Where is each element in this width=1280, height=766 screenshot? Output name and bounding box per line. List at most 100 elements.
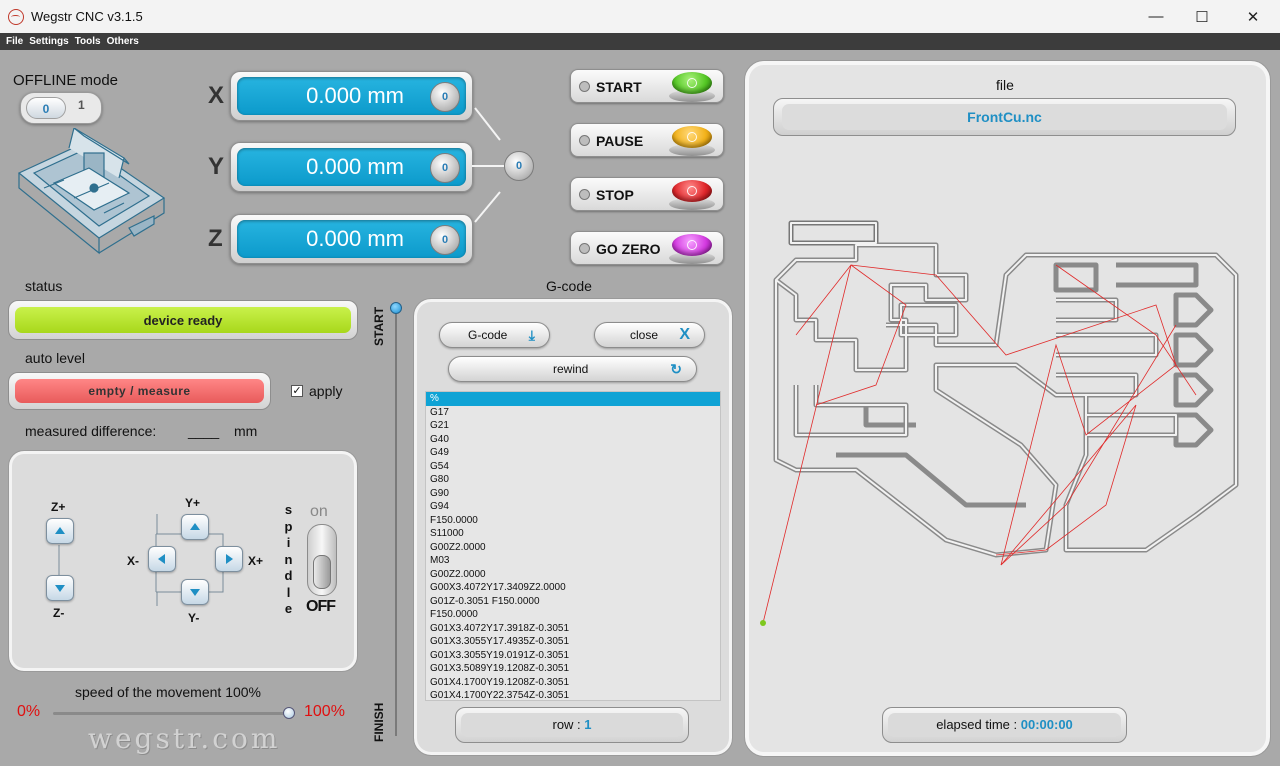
start-mushroom-icon [669, 72, 715, 102]
stop-led [579, 189, 590, 200]
auto-level-control: empty / measure [8, 372, 271, 410]
spindle-label: spindle [284, 502, 294, 616]
x-plus-label: X+ [248, 554, 264, 568]
progress-knob[interactable] [390, 302, 402, 314]
speed-slider-track[interactable] [53, 712, 289, 715]
zero-z-button[interactable]: 0 [430, 225, 460, 255]
arrow-down-icon [190, 589, 200, 596]
rewind-label: rewind [553, 362, 589, 376]
gcode-list[interactable]: % G17 G21 G40 G49 G54 G80 G90 G94 F150.0000 S11000… [425, 391, 721, 701]
zero-y-button[interactable]: 0 [430, 153, 460, 183]
jog-y-plus-button[interactable] [181, 514, 209, 540]
gcode-line[interactable]: G01X3.3055Y19.0191Z-0.3051 [426, 649, 720, 663]
gcode-line[interactable]: % [426, 392, 720, 406]
menu-settings[interactable]: Settings [29, 36, 68, 47]
gcode-line[interactable]: G54 [426, 460, 720, 474]
gcode-line[interactable]: F150.0000 [426, 608, 720, 622]
gcode-line[interactable]: G01Z-0.3051 F150.0000 [426, 595, 720, 609]
menu-tools[interactable]: Tools [75, 36, 101, 47]
zero-x-button[interactable]: 0 [430, 82, 460, 112]
close-x-icon: X [679, 326, 690, 343]
jog-y-minus-button[interactable] [181, 579, 209, 605]
gcode-title: G-code [546, 278, 592, 294]
gcode-line[interactable]: G94 [426, 500, 720, 514]
axis-z-label: Z [208, 225, 223, 252]
gcode-line[interactable]: G17 [426, 406, 720, 420]
maximize-button[interactable]: ☐ [1179, 0, 1225, 33]
axis-z-value: 0.000 mm [306, 226, 404, 251]
status-label: status [25, 278, 63, 294]
elapsed-time-label: elapsed time : [936, 717, 1021, 732]
spindle-switch[interactable] [307, 524, 337, 596]
gcode-line[interactable]: G01X4.1700Y22.3754Z-0.3051 [426, 689, 720, 700]
start-label: START [596, 79, 642, 95]
gcode-line[interactable]: S11000 [426, 527, 720, 541]
gcode-line[interactable]: G01X3.4072Y17.3918Z-0.3051 [426, 622, 720, 636]
measured-difference-label: measured difference: [25, 423, 157, 439]
toolpath-preview [760, 220, 1239, 626]
progress-track[interactable] [395, 306, 397, 736]
elapsed-time-value: 00:00:00 [1020, 717, 1073, 732]
jog-x-plus-button[interactable] [215, 546, 243, 572]
rewind-button[interactable]: rewind ↻ [448, 356, 697, 382]
apply-checkbox[interactable]: ✓ [291, 385, 303, 397]
gcode-line[interactable]: G01X4.1700Y19.1208Z-0.3051 [426, 676, 720, 690]
gcode-line[interactable]: G90 [426, 487, 720, 501]
elapsed-time-display: elapsed time : 00:00:00 [882, 707, 1127, 743]
gcode-line[interactable]: G00X3.4072Y17.3409Z2.0000 [426, 581, 720, 595]
menu-others[interactable]: Others [107, 36, 139, 47]
stop-button[interactable]: STOP [570, 177, 724, 211]
gcode-line[interactable]: G01X3.3055Y17.4935Z-0.3051 [426, 635, 720, 649]
offline-mode-toggle[interactable]: 0 1 [20, 92, 102, 124]
minimize-button[interactable]: — [1133, 0, 1179, 33]
speed-min-label: 0% [17, 703, 41, 720]
status-display: device ready [8, 300, 358, 340]
y-minus-label: Y- [188, 611, 200, 625]
menu-file[interactable]: File [6, 36, 23, 47]
close-gcode-button[interactable]: close X [594, 322, 705, 348]
z-plus-label: Z+ [51, 500, 66, 514]
axis-x-display: 0.000 mm 0 [230, 71, 473, 121]
spindle-on-label: on [310, 503, 328, 520]
axis-x-value: 0.000 mm [306, 83, 404, 108]
axis-y-display: 0.000 mm 0 [230, 142, 473, 192]
close-gcode-label: close [630, 328, 659, 342]
gcode-line[interactable]: G49 [426, 446, 720, 460]
jog-z-minus-button[interactable] [46, 575, 74, 601]
gcode-line[interactable]: G01X3.5089Y19.1208Z-0.3051 [426, 662, 720, 676]
title-bar: Wegstr CNC v3.1.5 — ☐ ✕ [0, 0, 1280, 33]
row-display: row : 1 [455, 707, 689, 743]
gcode-line[interactable]: G21 [426, 419, 720, 433]
row-label: row : [552, 717, 585, 732]
axis-y-value: 0.000 mm [306, 154, 404, 179]
gcode-line[interactable]: F150.0000 [426, 514, 720, 528]
y-plus-label: Y+ [185, 496, 201, 510]
gcode-line[interactable]: G00Z2.0000 [426, 541, 720, 555]
gcode-line[interactable]: G40 [426, 433, 720, 447]
gcode-line[interactable]: M03 [426, 554, 720, 568]
row-value: 1 [584, 717, 592, 732]
close-window-button[interactable]: ✕ [1230, 0, 1276, 33]
load-gcode-label: G-code [468, 328, 508, 342]
arrow-right-icon [226, 554, 233, 564]
file-name-display: FrontCu.nc [773, 98, 1236, 136]
arrow-left-icon [158, 554, 165, 564]
empty-measure-button[interactable]: empty / measure [15, 379, 264, 403]
speed-slider-knob[interactable] [283, 707, 295, 719]
gcode-line[interactable]: G80 [426, 473, 720, 487]
offline-toggle-on-label: 1 [78, 98, 85, 112]
load-gcode-button[interactable]: G-code ⤓ [439, 322, 550, 348]
start-button[interactable]: START [570, 69, 724, 103]
axis-z-display: 0.000 mm 0 [230, 214, 473, 264]
wegstr-watermark: wegstr.com [88, 722, 281, 755]
gcode-line[interactable]: G00Z2.0000 [426, 568, 720, 582]
spindle-off-label: OFF [306, 598, 336, 615]
jog-z-plus-button[interactable] [46, 518, 74, 544]
spindle-lever [313, 555, 331, 589]
jog-x-minus-button[interactable] [148, 546, 176, 572]
zero-all-button[interactable]: 0 [504, 151, 534, 181]
speed-label: speed of the movement 100% [75, 684, 262, 700]
go-zero-button[interactable]: GO ZERO [570, 231, 724, 265]
z-minus-label: Z- [53, 606, 65, 620]
pause-button[interactable]: PAUSE [570, 123, 724, 157]
